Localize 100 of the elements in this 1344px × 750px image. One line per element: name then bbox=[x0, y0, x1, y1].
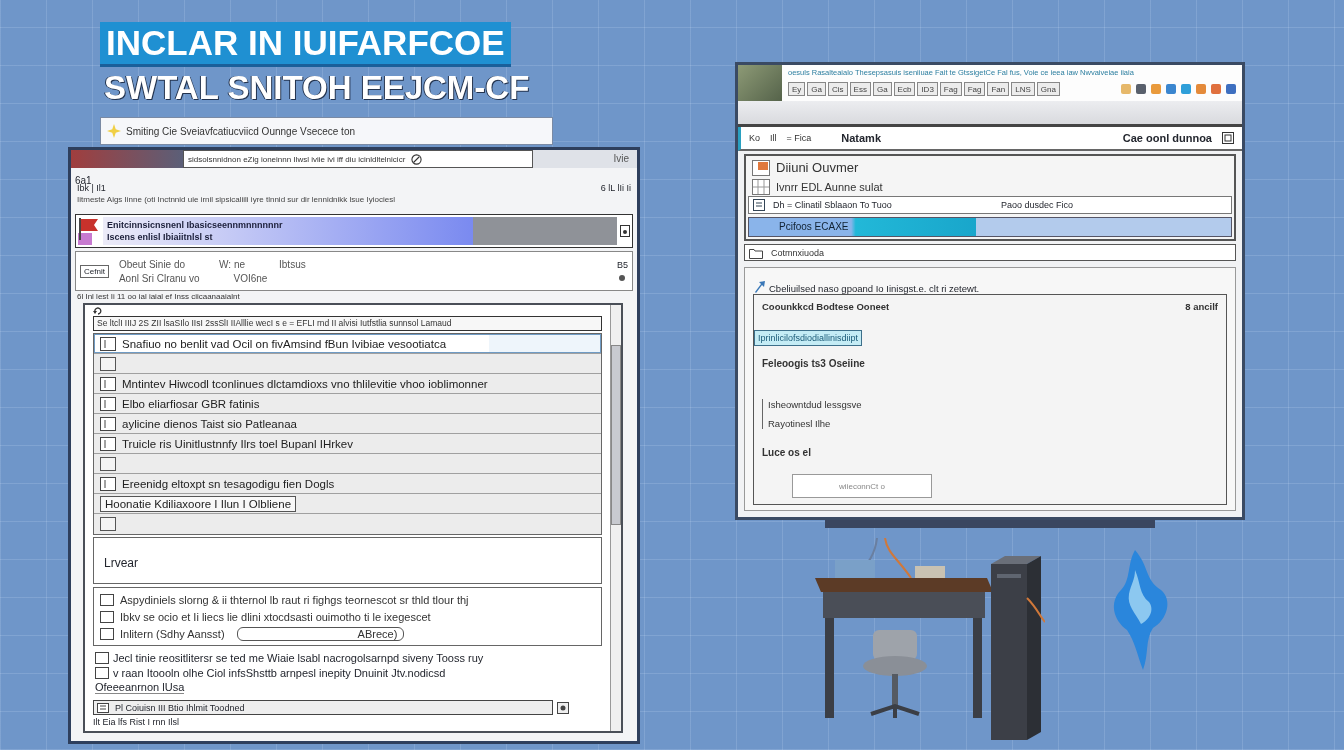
field-value: Pl Coiuisn III Btio Ihlmit Toodned bbox=[115, 702, 245, 713]
toolbar-button[interactable]: Ga bbox=[807, 82, 826, 96]
note-text: Feleoogis ts3 Oseiine bbox=[762, 358, 865, 369]
toolbar-text: 6 lL lIi Ii bbox=[600, 183, 631, 195]
input-field[interactable]: ABrece) bbox=[236, 626, 405, 641]
arrow-icon[interactable] bbox=[93, 306, 103, 316]
list-row[interactable]: Truicle ris Uinitlustnnfy Ilrs toel Bupanl IHrkev bbox=[94, 434, 601, 454]
slash-circle-icon bbox=[411, 153, 423, 165]
app-icon[interactable] bbox=[1226, 84, 1236, 94]
app-icon[interactable] bbox=[1166, 84, 1176, 94]
row-label: Hoonatie Kdiliaxoore I Ilun I Olbliene bbox=[100, 495, 297, 512]
subtitle: SWTAL SNITOH EEJCM-CF bbox=[104, 71, 530, 105]
checkbox-icon bbox=[100, 517, 116, 531]
toolbar-button[interactable]: Ga bbox=[872, 82, 892, 96]
note-text: Ofeeeanrnon lUsa bbox=[95, 681, 185, 694]
checkbox-icon[interactable] bbox=[100, 610, 114, 623]
toolbar-button[interactable]: Ey bbox=[788, 82, 806, 96]
toolbar-button[interactable]: Ecb bbox=[893, 82, 916, 96]
panel-text: VOI6ne bbox=[233, 272, 268, 284]
corner-label: Ivie bbox=[613, 152, 630, 166]
arrow-icon bbox=[753, 280, 765, 294]
address-field[interactable]: sidsolsnnidnon eZig ioneinnn Ilwsl iviie ivi iff diu icinldltelnicicr bbox=[183, 150, 533, 168]
panel-tag: Cefnit bbox=[80, 264, 109, 278]
header-button[interactable]: = Fica bbox=[786, 133, 812, 143]
group-text: Aspydiniels slorng & ii thternol lb raut ri fighgs teornescot sr thld tlour thj bbox=[120, 593, 469, 606]
input-field[interactable]: wiieconnCt o bbox=[792, 474, 932, 498]
checkbox-icon bbox=[100, 336, 116, 351]
list-row[interactable]: Ereenidg eltoxpt sn tesagodigu fien Dogls bbox=[94, 474, 601, 494]
checkbox-icon[interactable] bbox=[95, 666, 109, 679]
dot-icon bbox=[618, 274, 627, 282]
list-row[interactable] bbox=[94, 454, 601, 474]
highlighted-text[interactable]: Iprinlicilofsdiodiallinisdiipt bbox=[754, 330, 863, 346]
footer-text: Luce os el bbox=[762, 447, 811, 458]
toolbar-button[interactable]: ID3 bbox=[917, 82, 938, 96]
toolbar-button[interactable]: Fag bbox=[963, 82, 986, 96]
list-row[interactable]: aylicine dienos Taist sio Patleanaa bbox=[94, 414, 601, 434]
toolbar-text: Ibk | Il1 bbox=[77, 183, 106, 195]
checkbox-icon[interactable] bbox=[100, 627, 114, 640]
list-row[interactable]: Cotmnxiuoda bbox=[744, 244, 1236, 261]
grid-icon bbox=[752, 178, 770, 195]
checkbox-icon[interactable] bbox=[95, 651, 109, 664]
header-button[interactable]: Ko bbox=[749, 133, 760, 143]
app-icon[interactable] bbox=[1181, 84, 1191, 94]
toolbar-button[interactable]: Cis bbox=[828, 82, 848, 96]
text-area[interactable]: Lrvear bbox=[93, 537, 602, 584]
scrollbar[interactable] bbox=[610, 305, 621, 731]
app-icon[interactable] bbox=[1136, 84, 1146, 94]
checkbox-icon bbox=[100, 456, 116, 471]
footer-text: Ilt Eia lfs Rist I rnn Ilsl bbox=[93, 717, 180, 727]
header-button[interactable]: Ill bbox=[770, 133, 777, 143]
checkbox-icon[interactable] bbox=[100, 593, 114, 606]
banner-text: Enitcinnsicnsnenl Ibasicseennmnnnnnnr bbox=[107, 219, 283, 231]
box-title: Coounkkcd Bodtese Ooneet bbox=[762, 301, 890, 312]
folder-icon bbox=[749, 246, 763, 259]
tab-strip[interactable]: Se ltclI IIIJ 2S ZII lsaSIlo IIsI 2ssSlI IIAlllie wecI s e = EFLI rnd II alvisi Iutfstlia sunnsol Lamaud bbox=[93, 316, 602, 331]
panel-code: B5 bbox=[617, 260, 628, 270]
app-icon[interactable] bbox=[1196, 84, 1206, 94]
sparkle-icon bbox=[107, 124, 121, 138]
note-text: Jecl tinie reositlitersr se ted me Wiaie lsabl nacrogolsarnpd siveny Tooss ruy bbox=[113, 651, 484, 664]
list-row[interactable]: Hoonatie Kdiliaxoore I Ilun I Olbliene bbox=[94, 494, 601, 514]
toolbar-button[interactable]: Fan bbox=[987, 82, 1010, 96]
checkbox-icon bbox=[100, 436, 116, 451]
title-banner: INCLAR IN IUIFARFCOE bbox=[100, 22, 511, 67]
header-label: Cae oonl dunnoa bbox=[1122, 132, 1212, 144]
group-text: Ibkv se ocio et Ii liecs lie dlini xtocdsasti ouimotho ti le ixegescet bbox=[120, 610, 431, 623]
intro-text: Cbeliuilsed naso gpoand Io Iinisgst.e. clt ri zetewt. bbox=[769, 283, 980, 294]
toolbar-button[interactable]: LNS bbox=[1011, 82, 1035, 96]
square-icon[interactable] bbox=[1222, 132, 1234, 144]
input-field[interactable]: Dh = Clinatil Sblaaon To Tuoo Paoo dusdec Fico bbox=[748, 196, 1232, 214]
detail-text: Isheowntdud lessgsve bbox=[768, 399, 862, 410]
checkbox-icon bbox=[100, 416, 116, 431]
progress-label: Pcifoos ECAXE bbox=[779, 221, 849, 232]
checkbox-icon bbox=[100, 376, 116, 391]
field-value: Paoo dusdec Fico bbox=[1001, 200, 1074, 210]
dot-square-icon[interactable] bbox=[620, 225, 630, 237]
dot-square-icon[interactable] bbox=[557, 701, 569, 714]
toolbar-button[interactable]: Fag bbox=[939, 82, 962, 96]
scroll-thumb[interactable] bbox=[611, 345, 621, 525]
list-row[interactable]: Elbo eliarfiosar GBR fatinis bbox=[94, 394, 601, 414]
list-row[interactable]: Mntintev Hiwcodl tconlinues dlctamdioxs vno thlilevitie vhoo ioblimonner bbox=[94, 374, 601, 394]
toolbar-button[interactable]: Gna bbox=[1036, 82, 1060, 96]
status-text: 6l Inl lest Ii 11 oo ial iaial ef Inss ciicaanaaialnt bbox=[77, 292, 240, 301]
checkbox-icon bbox=[100, 356, 116, 371]
banner-text: Iscens enlisl Ibiaiitnlsl st bbox=[107, 231, 213, 243]
detail-text: Rayotinesl Ilhe bbox=[768, 418, 831, 429]
list-row[interactable]: Snafiuo no benlit vad Ocil on fivAmsind fBun Ivibiae vesootiatca bbox=[94, 334, 601, 354]
note-text: v raan Itoooln olhe Ciol infsShsttb arnpesl inepity Dnuinit Jtv.nodicsd bbox=[113, 666, 446, 679]
input-field[interactable]: Pl Coiuisn III Btio Ihlmit Toodned bbox=[93, 700, 553, 715]
list-row[interactable] bbox=[94, 354, 601, 374]
owner-detail: Ivnrr EDL Aunne sulat bbox=[776, 180, 883, 193]
app-icon[interactable] bbox=[1151, 84, 1161, 94]
flag-icon bbox=[78, 217, 100, 245]
toolbar-button[interactable]: Ess bbox=[849, 82, 871, 96]
menu-text: Iitmeste Aigs Iinne (oti Inctnnid uie irnil sipsicaliili iyre tlnnid sur dir lennidnikk lsue Iyiociesl bbox=[77, 195, 395, 204]
app-icon[interactable] bbox=[1211, 84, 1221, 94]
group-label: Inlitern (Sdhy Aansst) bbox=[120, 627, 225, 640]
box-count: 8 ancilf bbox=[1185, 301, 1218, 312]
panel-text: Obeut Sinie do bbox=[118, 258, 186, 270]
checkbox-icon bbox=[100, 396, 116, 411]
panel-text: W: ne bbox=[219, 258, 245, 270]
